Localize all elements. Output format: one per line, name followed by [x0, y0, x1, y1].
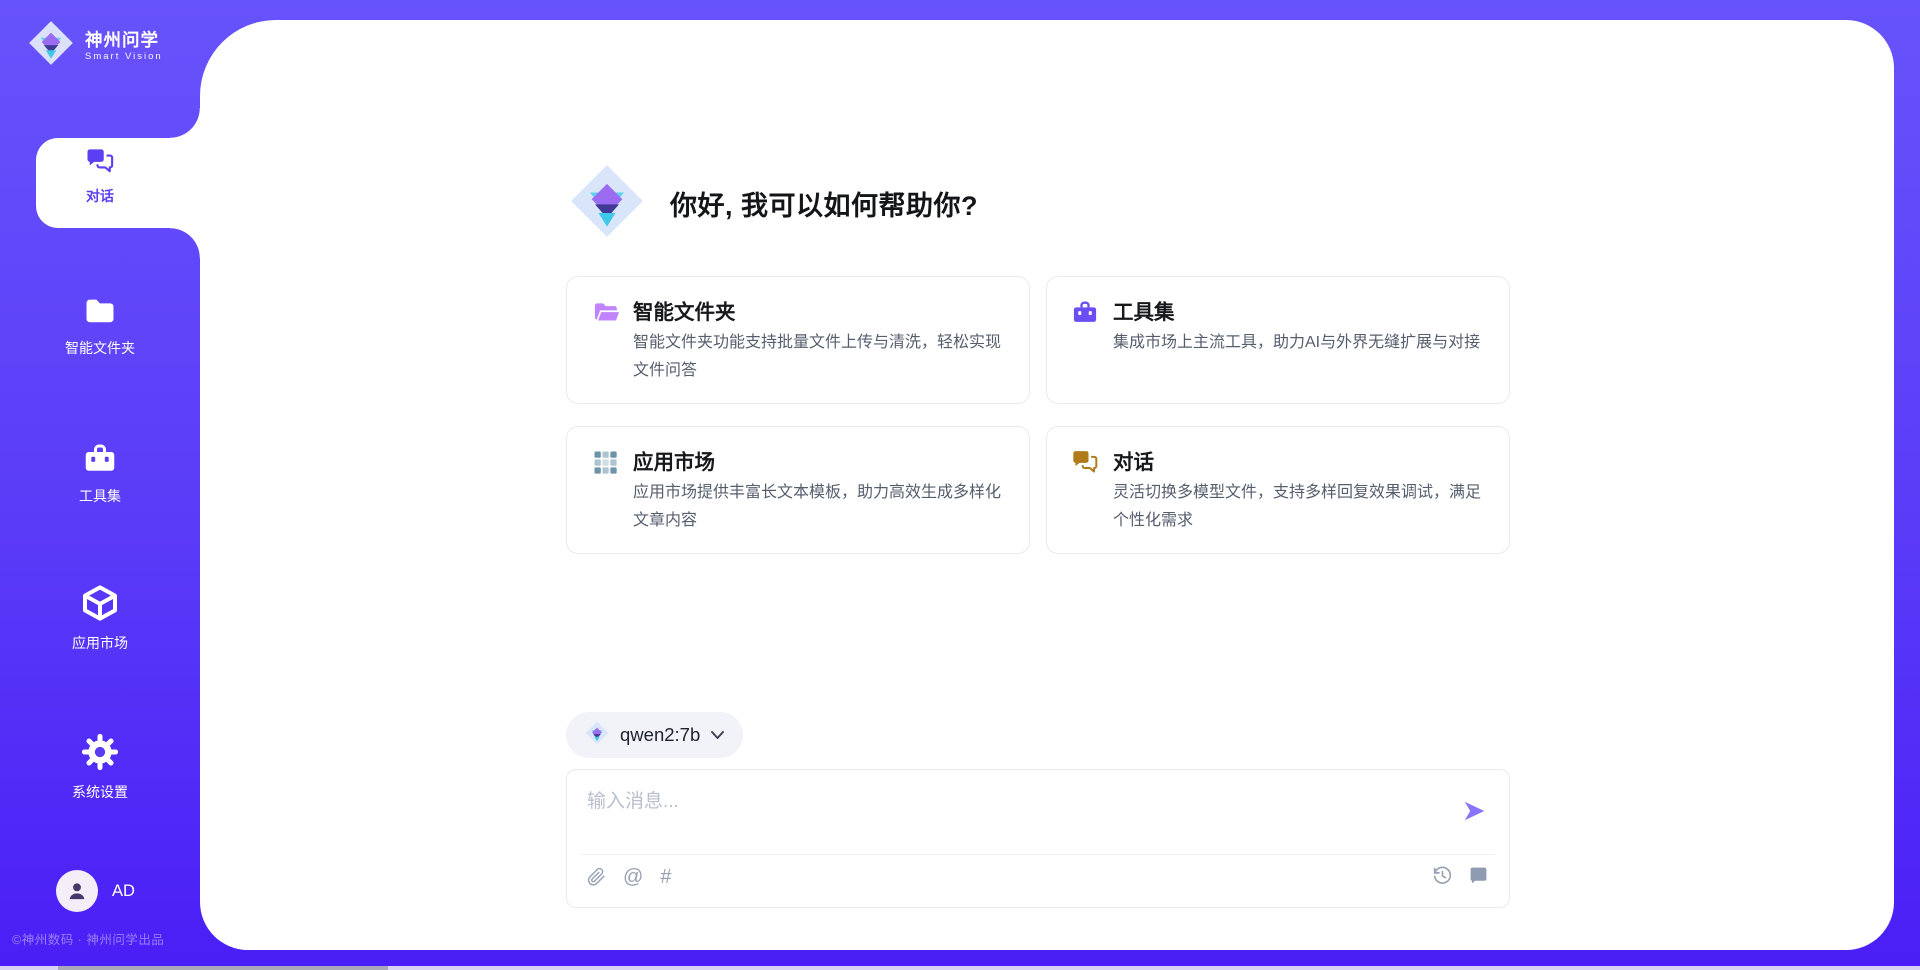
card-description: 智能文件夹功能支持批量文件上传与清洗，轻松实现文件问答: [633, 329, 1013, 384]
card-app-market[interactable]: 应用市场 应用市场提供丰富长文本模板，助力高效生成多样化文章内容: [566, 426, 1030, 554]
chevron-down-icon: [710, 730, 725, 740]
sidebar-item-chat[interactable]: 对话: [0, 146, 200, 206]
send-icon: [1461, 798, 1487, 824]
cube-icon: [80, 583, 120, 623]
composer-left-tools: @ #: [587, 865, 671, 889]
sidebar-item-label: 智能文件夹: [0, 338, 200, 358]
horizontal-scrollbar: [0, 966, 1920, 970]
card-smart-folder[interactable]: 智能文件夹 智能文件夹功能支持批量文件上传与清洗，轻松实现文件问答: [566, 276, 1030, 404]
composer-right-tools: [1432, 865, 1489, 886]
user-profile[interactable]: AD: [56, 870, 135, 912]
horizontal-scrollbar-thumb[interactable]: [58, 966, 388, 970]
card-description: 集成市场上主流工具，助力AI与外界无缝扩展与对接: [1113, 329, 1493, 357]
chat-bubbles-icon: [1071, 448, 1099, 476]
main-panel: 你好, 我可以如何帮助你? 智能文件夹 智能文件夹功能支持批量文件上传与清洗，轻…: [200, 20, 1894, 950]
folder-icon: [82, 294, 118, 328]
hashtag-icon[interactable]: #: [660, 865, 671, 889]
user-name: AD: [112, 882, 135, 901]
attachment-icon[interactable]: [587, 866, 606, 888]
chat-bubbles-icon: [85, 146, 115, 176]
sidebar-item-market[interactable]: 应用市场: [0, 583, 200, 653]
brand-diamond-icon: [26, 18, 76, 73]
brand-diamond-icon: [584, 720, 610, 751]
send-button[interactable]: [1461, 798, 1487, 824]
toolbox-icon: [81, 440, 119, 476]
copyright-text: ©神州数码 · 神州问学出品: [12, 929, 164, 948]
message-input[interactable]: [567, 770, 1509, 850]
model-name: qwen2:7b: [620, 724, 700, 746]
brand-subtitle: Smart Vision: [85, 51, 163, 62]
person-icon: [64, 878, 90, 904]
avatar: [56, 870, 98, 912]
card-description: 灵活切换多模型文件，支持多样回复效果调试，满足个性化需求: [1113, 479, 1493, 534]
sidebar-item-tools[interactable]: 工具集: [0, 440, 200, 506]
gear-icon: [80, 732, 120, 772]
toolbox-icon: [1071, 298, 1099, 326]
sidebar-item-settings[interactable]: 系统设置: [0, 732, 200, 802]
message-composer: @ #: [566, 769, 1510, 908]
card-title: 应用市场: [633, 445, 715, 475]
card-chat[interactable]: 对话 灵活切换多模型文件，支持多样回复效果调试，满足个性化需求: [1046, 426, 1510, 554]
greeting-text: 你好, 我可以如何帮助你?: [670, 184, 978, 223]
brand-logo: 神州问学 Smart Vision: [26, 18, 163, 73]
card-title: 工具集: [1113, 295, 1175, 325]
grid-icon: [591, 448, 619, 476]
history-icon[interactable]: [1432, 865, 1453, 886]
folder-open-icon: [591, 298, 621, 326]
sidebar-item-label: 系统设置: [0, 782, 200, 802]
mention-icon[interactable]: @: [623, 865, 643, 889]
composer-divider: [581, 854, 1495, 855]
brand-name: 神州问学: [85, 30, 163, 51]
card-toolset[interactable]: 工具集 集成市场上主流工具，助力AI与外界无缝扩展与对接: [1046, 276, 1510, 404]
sidebar-item-label: 应用市场: [0, 633, 200, 653]
card-title: 智能文件夹: [633, 295, 736, 325]
card-title: 对话: [1113, 445, 1154, 475]
sidebar-item-folders[interactable]: 智能文件夹: [0, 294, 200, 358]
brand-diamond-icon: [566, 160, 648, 247]
card-description: 应用市场提供丰富长文本模板，助力高效生成多样化文章内容: [633, 479, 1013, 534]
sidebar-item-label: 对话: [0, 186, 200, 206]
message-icon[interactable]: [1468, 865, 1489, 886]
model-selector[interactable]: qwen2:7b: [566, 712, 743, 758]
sidebar-item-label: 工具集: [0, 486, 200, 506]
greeting-row: 你好, 我可以如何帮助你?: [566, 160, 978, 247]
sidebar: 神州问学 Smart Vision 对话 智能文件夹 工具集: [0, 0, 200, 970]
feature-cards: 智能文件夹 智能文件夹功能支持批量文件上传与清洗，轻松实现文件问答 工具集 集成…: [566, 276, 1510, 554]
